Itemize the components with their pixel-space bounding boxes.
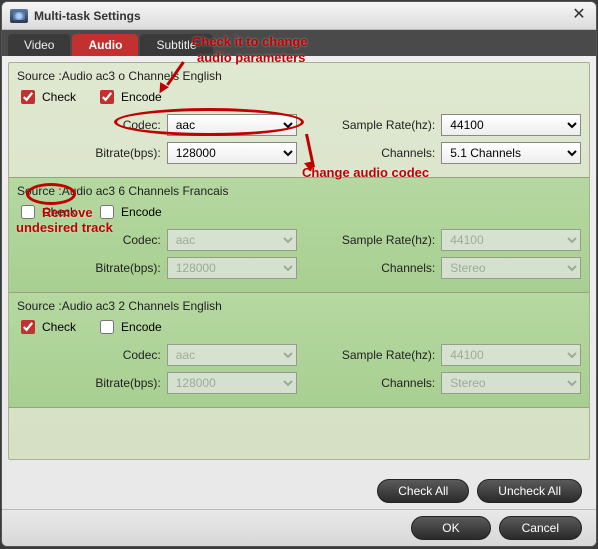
codec-select: aac — [167, 344, 297, 366]
channels-label: Channels: — [326, 376, 441, 390]
codec-label: Codec: — [17, 233, 167, 247]
ok-button[interactable]: OK — [411, 516, 490, 540]
channels-label: Channels: — [326, 146, 441, 160]
channels-label: Channels: — [326, 261, 441, 275]
channels-select[interactable]: 5.1 Channels — [441, 142, 581, 164]
check-label: Check — [42, 90, 76, 104]
footer: Check All Uncheck All OK Cancel — [2, 473, 596, 546]
codec-label: Codec: — [17, 118, 167, 132]
track-3: Source :Audio ac3 2 Channels English Che… — [9, 293, 589, 408]
codec-select: aac — [167, 229, 297, 251]
track-1: Source :Audio ac3 o Channels English Che… — [9, 63, 589, 178]
check-checkbox[interactable]: Check — [17, 317, 76, 337]
channels-select: Stereo — [441, 372, 581, 394]
check-checkbox[interactable]: Check — [17, 87, 76, 107]
sample-rate-select[interactable]: 44100 — [441, 114, 581, 136]
check-all-button[interactable]: Check All — [377, 479, 469, 503]
track-source: Source :Audio ac3 o Channels English — [17, 69, 581, 83]
bitrate-label: Bitrate(bps): — [17, 146, 167, 160]
encode-checkbox[interactable]: Encode — [96, 317, 162, 337]
encode-label: Encode — [121, 90, 162, 104]
check-checkbox[interactable]: Check — [17, 202, 76, 222]
codec-label: Codec: — [17, 348, 167, 362]
close-icon[interactable]: ✕ — [570, 7, 588, 25]
codec-select[interactable]: aac — [167, 114, 297, 136]
app-icon — [10, 9, 28, 23]
tab-video[interactable]: Video — [8, 34, 70, 56]
encode-checkbox[interactable]: Encode — [96, 87, 162, 107]
sample-rate-label: Sample Rate(hz): — [326, 348, 441, 362]
tab-bar: Video Audio Subtitle — [2, 30, 596, 56]
check-label: Check — [42, 320, 76, 334]
bitrate-select: 128000 — [167, 257, 297, 279]
encode-checkbox[interactable]: Encode — [96, 202, 162, 222]
check-label: Check — [42, 205, 76, 219]
channels-select: Stereo — [441, 257, 581, 279]
tab-audio[interactable]: Audio — [72, 34, 138, 56]
encode-label: Encode — [121, 205, 162, 219]
track-panel: Source :Audio ac3 o Channels English Che… — [8, 62, 590, 460]
bitrate-select: 128000 — [167, 372, 297, 394]
settings-window: Multi-task Settings ✕ Video Audio Subtit… — [1, 1, 597, 547]
sample-rate-select: 44100 — [441, 344, 581, 366]
uncheck-all-button[interactable]: Uncheck All — [477, 479, 582, 503]
bitrate-label: Bitrate(bps): — [17, 376, 167, 390]
tab-subtitle[interactable]: Subtitle — [140, 34, 212, 56]
cancel-button[interactable]: Cancel — [499, 516, 582, 540]
bitrate-label: Bitrate(bps): — [17, 261, 167, 275]
sample-rate-label: Sample Rate(hz): — [326, 233, 441, 247]
titlebar: Multi-task Settings ✕ — [2, 2, 596, 30]
window-title: Multi-task Settings — [34, 9, 570, 23]
encode-label: Encode — [121, 320, 162, 334]
sample-rate-label: Sample Rate(hz): — [326, 118, 441, 132]
track-source: Source :Audio ac3 2 Channels English — [17, 299, 581, 313]
track-2: Source :Audio ac3 6 Channels Francais Ch… — [9, 178, 589, 293]
bitrate-select[interactable]: 128000 — [167, 142, 297, 164]
track-source: Source :Audio ac3 6 Channels Francais — [17, 184, 581, 198]
sample-rate-select: 44100 — [441, 229, 581, 251]
